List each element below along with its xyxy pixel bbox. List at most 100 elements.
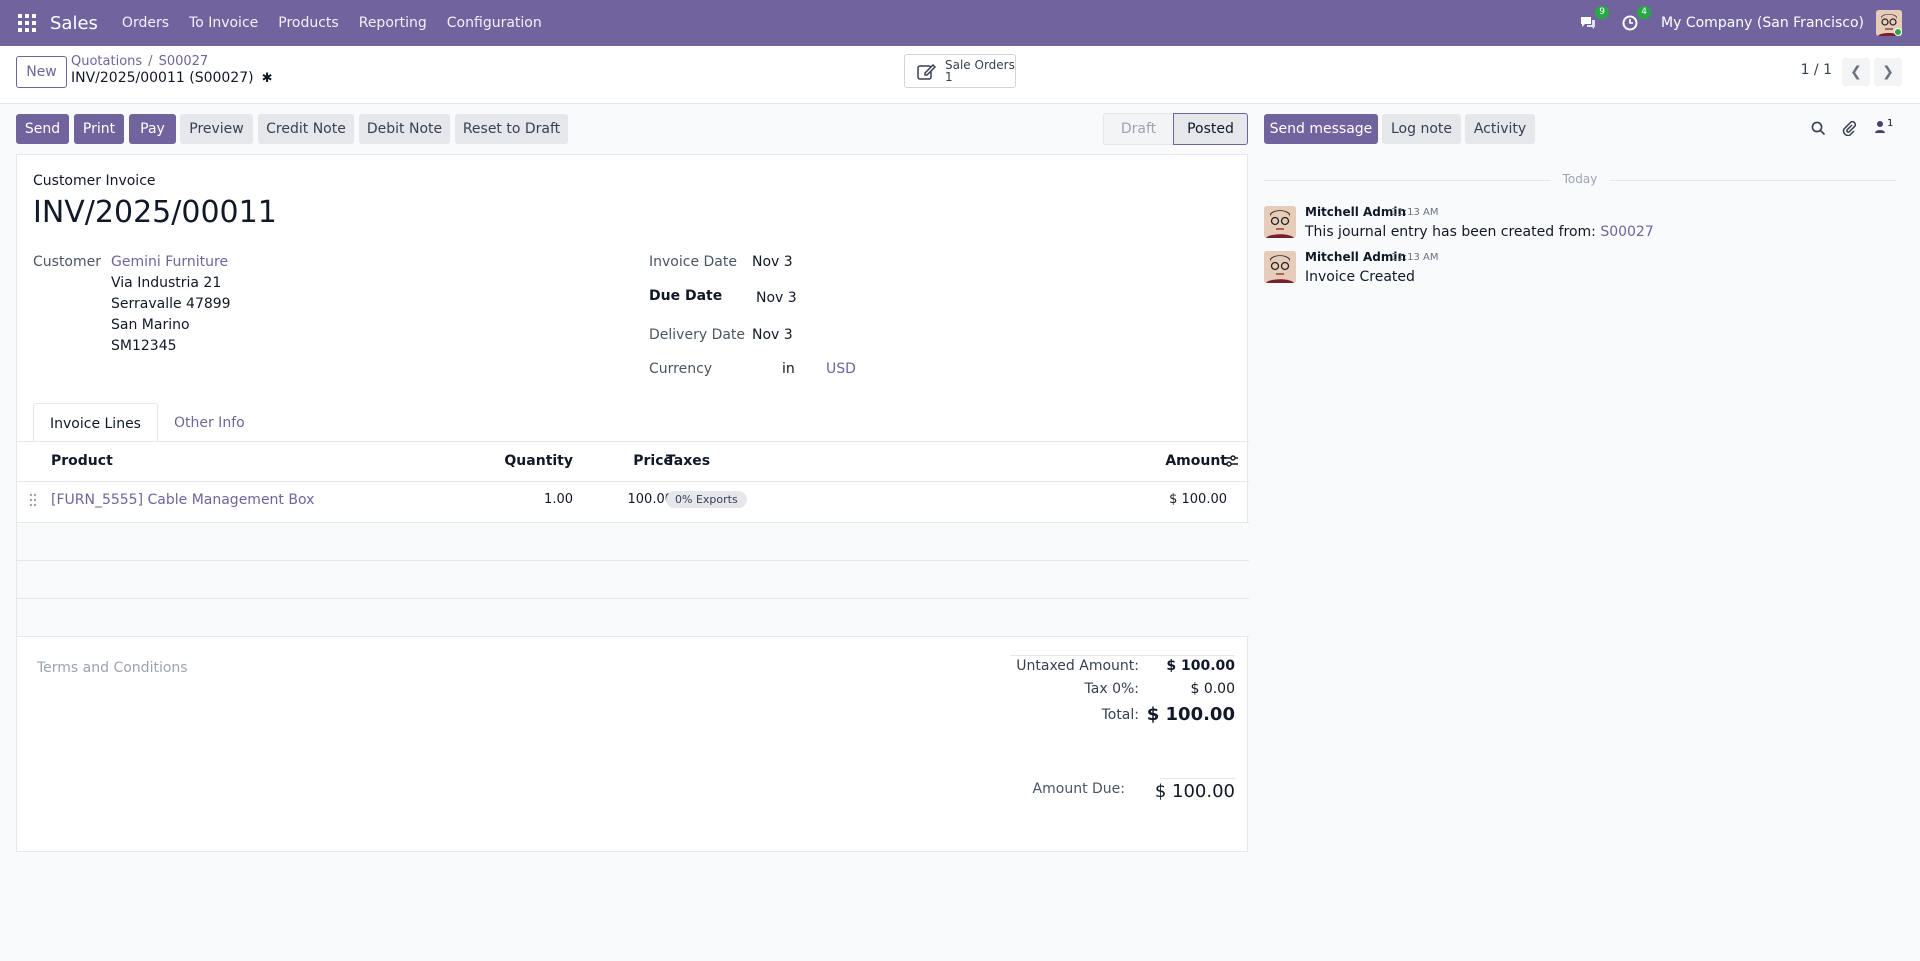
app-name[interactable]: Sales [50,13,98,34]
user-avatar[interactable] [1876,10,1902,36]
message-body: Invoice Created [1305,269,1415,285]
followers-button[interactable]: 1 [1874,118,1893,134]
status-draft[interactable]: Draft [1103,113,1173,145]
credit-note-button[interactable]: Credit Note [258,114,354,144]
invoice-date-field[interactable]: Nov 3 [752,254,793,270]
new-button[interactable]: New [16,56,67,88]
status-posted[interactable]: Posted [1173,113,1248,145]
tax-value: $ 0.00 [1190,681,1235,697]
empty-row[interactable] [17,599,1249,637]
line-price[interactable]: 100.00 [597,492,674,507]
address-line: San Marino [111,317,190,333]
drag-handle-icon[interactable] [29,493,37,511]
reset-to-draft-button[interactable]: Reset to Draft [455,114,568,144]
menu-orders[interactable]: Orders [122,15,169,31]
activity-button[interactable]: Activity [1465,114,1535,144]
activities-count-badge: 4 [1637,6,1652,19]
pager-next-icon[interactable]: ❯ [1874,58,1902,86]
line-quantity[interactable]: 1.00 [497,492,573,507]
column-product[interactable]: Product [51,453,113,469]
breadcrumb-s00027[interactable]: S00027 [159,54,209,69]
paperclip-icon[interactable] [1841,120,1857,140]
terms-and-conditions-input[interactable]: Terms and Conditions [37,660,188,676]
amount-due-label: Amount Due: [1032,781,1125,797]
column-quantity[interactable]: Quantity [497,453,573,469]
menu-reporting[interactable]: Reporting [359,15,427,31]
amount-due-divider [1160,778,1235,779]
breadcrumb-separator: / [148,54,153,69]
record-title: INV/2025/00011 (S00027) ✱ [71,70,272,86]
column-price[interactable]: Price [597,453,673,469]
avatar[interactable] [1264,206,1296,238]
message-link-s00027[interactable]: S00027 [1600,224,1653,240]
customer-label: Customer [33,254,102,270]
followers-count: 1 [1887,118,1894,129]
customer-link[interactable]: Gemini Furniture [111,254,228,270]
pager-value[interactable]: 1 / 1 [1801,62,1832,78]
tax-badge[interactable]: 0% Exports [666,491,747,508]
tab-other-info[interactable]: Other Info [158,403,261,442]
sale-orders-smart-button[interactable]: Sale Orders 1 [904,54,1016,88]
currency-label: Currency [649,361,713,377]
delivery-date-field[interactable]: Nov 3 [752,327,793,343]
apps-menu-icon[interactable] [18,14,36,32]
untaxed-amount-label: Untaxed Amount: [1016,658,1139,674]
totals-divider [1010,655,1235,656]
document-type: Customer Invoice [33,173,156,189]
avatar[interactable] [1264,251,1296,283]
amount-due-value: $ 100.00 [1154,781,1235,802]
total-label: Total: [1101,707,1139,723]
preview-button[interactable]: Preview [180,114,253,144]
empty-row[interactable] [17,561,1249,599]
message-time: 11:13 AM [1391,207,1439,218]
line-product[interactable]: [FURN_5555] Cable Management Box [51,492,314,508]
due-date-field[interactable]: Nov 3 [756,290,797,306]
untaxed-amount-value: $ 100.00 [1166,658,1235,674]
form-tabs: Invoice Lines Other Info [33,403,261,442]
gear-icon[interactable]: ✱ [262,71,273,86]
messages-icon[interactable]: 9 [1577,6,1610,34]
total-value: $ 100.00 [1146,704,1235,725]
log-note-button[interactable]: Log note [1382,114,1461,144]
pay-button[interactable]: Pay [129,114,176,144]
date-separator-label: Today [1550,172,1610,186]
address-line: SM12345 [111,338,177,354]
activities-clock-icon[interactable]: 4 [1619,6,1652,34]
date-separator: Today [1264,172,1896,186]
pager-previous-icon[interactable]: ❮ [1842,58,1870,86]
currency-in: in [782,361,795,377]
top-navbar: Sales Orders To Invoice Products Reporti… [0,0,1920,46]
table-row[interactable]: [FURN_5555] Cable Management Box 1.00 10… [17,482,1249,523]
optional-columns-icon[interactable] [1223,453,1239,473]
online-status-dot [1894,28,1902,36]
menu-to-invoice[interactable]: To Invoice [189,15,258,31]
message-body: This journal entry has been created from… [1305,224,1654,240]
print-button[interactable]: Print [74,114,124,144]
tax-label: Tax 0%: [1084,681,1139,697]
line-amount: $ 100.00 [1169,492,1227,507]
message-time: 11:13 AM [1391,252,1439,263]
menu-configuration[interactable]: Configuration [447,15,542,31]
address-line: Via Industria 21 [111,275,222,291]
search-icon[interactable] [1811,121,1826,140]
due-date-label: Due Date [649,288,723,304]
currency-field[interactable]: USD [826,361,856,377]
breadcrumb-quotations[interactable]: Quotations [71,54,142,69]
smart-button-label: Sale Orders [945,58,1015,72]
address-line: Serravalle 47899 [111,296,231,312]
invoice-number: INV/2025/00011 [33,195,277,230]
column-taxes[interactable]: Taxes [666,453,710,469]
send-button[interactable]: Send [16,114,69,144]
company-switcher[interactable]: My Company (San Francisco) [1661,15,1864,31]
record-title-text: INV/2025/00011 (S00027) [71,70,254,86]
debit-note-button[interactable]: Debit Note [359,114,450,144]
tab-invoice-lines[interactable]: Invoice Lines [33,403,158,442]
edit-icon [917,63,937,80]
delivery-date-label: Delivery Date [649,327,746,343]
breadcrumb: Quotations / S00027 [71,54,208,69]
empty-row[interactable] [17,523,1249,561]
invoice-lines-header: Product Quantity Price Taxes Amount [17,442,1249,482]
send-message-button[interactable]: Send message [1264,114,1378,144]
menu-products[interactable]: Products [278,15,338,31]
column-amount[interactable]: Amount [1113,453,1227,469]
